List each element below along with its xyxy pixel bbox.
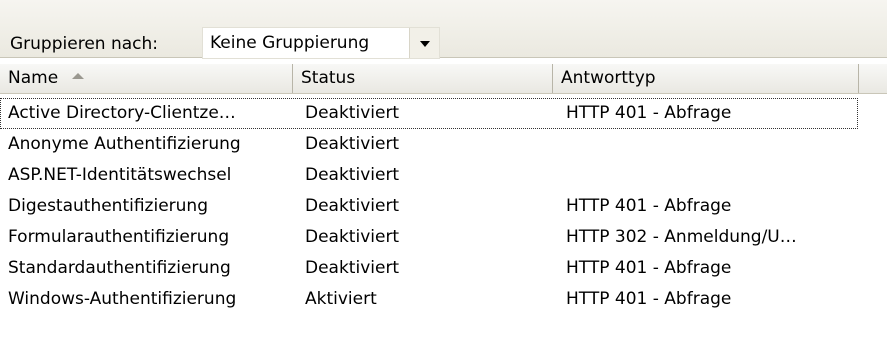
column-header-name[interactable]: Name — [0, 64, 293, 93]
column-header-status[interactable]: Status — [293, 64, 553, 93]
column-header-response-type[interactable]: Antworttyp — [553, 64, 859, 93]
group-by-toolbar: Gruppieren nach: Keine Gruppierung — [0, 0, 887, 59]
row-status: Deaktiviert — [305, 165, 400, 185]
chevron-down-icon — [420, 41, 430, 47]
row-name: Digestauthentifizierung — [8, 196, 208, 216]
sort-ascending-icon — [72, 73, 85, 79]
row-name: ASP.NET-Identitätswechsel — [8, 165, 232, 185]
table-row[interactable]: Anonyme Authentifizierung Deaktiviert — [0, 129, 887, 160]
table-row[interactable]: ASP.NET-Identitätswechsel Deaktiviert — [0, 160, 887, 191]
row-status: Aktiviert — [305, 289, 377, 309]
table-row[interactable]: Formularauthentifizierung Deaktiviert HT… — [0, 222, 887, 253]
row-status: Deaktiviert — [305, 103, 400, 123]
row-response-type: HTTP 401 - Abfrage — [566, 289, 732, 309]
group-by-label: Gruppieren nach: — [10, 34, 158, 54]
row-name: Formularauthentifizierung — [8, 227, 230, 247]
column-header-response-type-label: Antworttyp — [561, 68, 656, 88]
column-header-status-label: Status — [301, 68, 356, 88]
table-row[interactable]: Digestauthentifizierung Deaktiviert HTTP… — [0, 191, 887, 222]
row-status: Deaktiviert — [305, 258, 400, 278]
row-name: Anonyme Authentifizierung — [8, 134, 241, 154]
row-name: Windows-Authentifizierung — [8, 289, 237, 309]
row-response-type: HTTP 401 - Abfrage — [566, 258, 732, 278]
row-status: Deaktiviert — [305, 227, 400, 247]
group-by-select[interactable]: Keine Gruppierung — [202, 27, 440, 59]
row-response-type: HTTP 302 - Anmeldung/U… — [566, 227, 797, 247]
column-header-name-label: Name — [8, 68, 59, 88]
table-row[interactable]: Active Directory-Clientze… Deaktiviert H… — [0, 98, 858, 129]
row-name: Active Directory-Clientze… — [8, 103, 236, 123]
list-header: Name Status Antworttyp — [0, 64, 887, 94]
table-row[interactable]: Standardauthentifizierung Deaktiviert HT… — [0, 253, 887, 284]
row-name: Standardauthentifizierung — [8, 258, 231, 278]
table-row[interactable]: Windows-Authentifizierung Aktiviert HTTP… — [0, 284, 887, 315]
group-by-dropdown-button[interactable] — [409, 28, 439, 58]
row-status: Deaktiviert — [305, 134, 400, 154]
row-response-type: HTTP 401 - Abfrage — [566, 103, 732, 123]
group-by-value: Keine Gruppierung — [210, 33, 370, 53]
row-response-type: HTTP 401 - Abfrage — [566, 196, 732, 216]
authentication-list: Active Directory-Clientze… Deaktiviert H… — [0, 98, 887, 315]
row-status: Deaktiviert — [305, 196, 400, 216]
